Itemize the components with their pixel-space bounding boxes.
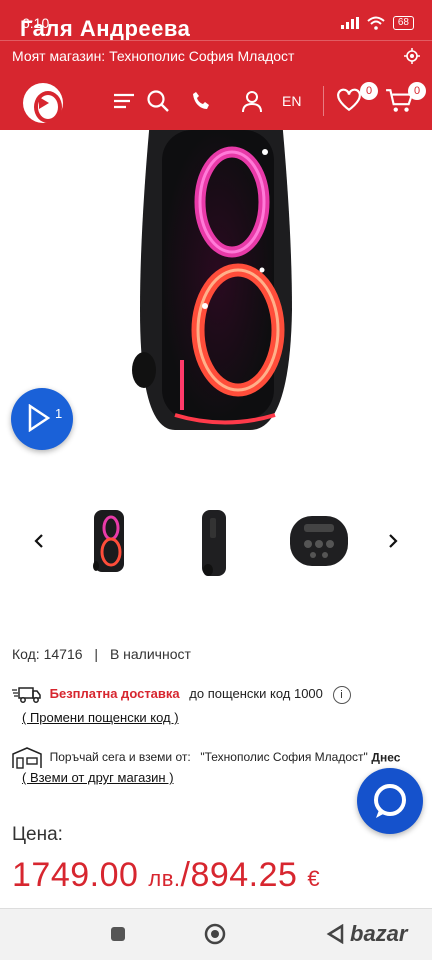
wifi-icon bbox=[367, 16, 385, 30]
change-postal-code-link[interactable]: ( Промени пощенски код ) bbox=[22, 710, 179, 725]
currency-bgn: лв. bbox=[148, 866, 181, 891]
price-separator: / bbox=[180, 856, 191, 894]
back-icon[interactable] bbox=[326, 924, 344, 944]
battery-indicator: 68 bbox=[392, 16, 414, 30]
status-bar: 6:10 Галя Андреева 68 bbox=[0, 0, 432, 41]
code-separator: | bbox=[94, 646, 99, 662]
user-name-overlay: Галя Андреева bbox=[20, 16, 191, 41]
thumbnail-top[interactable] bbox=[284, 504, 354, 580]
chevron-right-icon[interactable] bbox=[386, 534, 400, 548]
menu-icon[interactable] bbox=[112, 89, 136, 113]
delivery-row: Безплатна доставка до пощенски код 1000 … bbox=[12, 685, 351, 705]
price-label: Цена: bbox=[12, 824, 63, 845]
store-icon bbox=[12, 747, 42, 769]
delivery-postal-text: до пощенски код 1000 bbox=[189, 686, 323, 702]
thumbnail-side[interactable] bbox=[180, 504, 250, 580]
video-play-button[interactable]: 1 bbox=[11, 388, 73, 450]
heart-icon[interactable] bbox=[336, 87, 362, 113]
status-icons: 68 bbox=[340, 16, 414, 30]
price-eur: 894.25 bbox=[190, 856, 298, 894]
other-store-link[interactable]: ( Вземи от друг магазин ) bbox=[22, 770, 174, 785]
product-code: Код: 14716 bbox=[12, 646, 83, 662]
free-delivery-label: Безплатна доставка bbox=[49, 686, 180, 702]
info-icon[interactable]: i bbox=[332, 686, 351, 705]
video-count: 1 bbox=[55, 406, 63, 421]
phone-icon[interactable] bbox=[190, 89, 214, 113]
play-icon bbox=[28, 404, 51, 432]
chat-bubble-icon bbox=[374, 784, 406, 818]
android-nav-bar: bazar bbox=[0, 908, 432, 960]
search-icon[interactable] bbox=[146, 89, 170, 113]
store-label: Моят магазин: Технополис София Младост bbox=[12, 48, 295, 64]
pickup-when: Днес bbox=[371, 750, 401, 765]
product-code-row: Код: 14716 | В наличност bbox=[12, 646, 191, 662]
thumbnail-front[interactable] bbox=[74, 504, 144, 580]
thumbnail-carousel bbox=[0, 500, 432, 584]
bazar-watermark: bazar bbox=[350, 921, 408, 946]
main-navbar: EN 0 0 bbox=[0, 72, 432, 130]
delivery-truck-icon bbox=[12, 687, 41, 703]
price: 1749.00 лв./894.25 € bbox=[12, 856, 320, 895]
recent-apps-icon[interactable] bbox=[110, 926, 126, 942]
price-bgn: 1749.00 bbox=[12, 856, 139, 894]
availability-status: В наличност bbox=[109, 646, 191, 662]
wishlist-badge: 0 bbox=[360, 82, 378, 100]
technopolis-logo[interactable] bbox=[23, 83, 63, 123]
pickup-store: "Технополис София Младост" bbox=[200, 750, 368, 765]
pickup-row: Поръчай сега и вземи от: "Технополис Соф… bbox=[12, 746, 400, 770]
language-switch[interactable]: EN bbox=[282, 93, 301, 109]
nav-divider bbox=[323, 86, 324, 116]
home-icon[interactable] bbox=[204, 923, 226, 945]
chat-button[interactable] bbox=[357, 768, 423, 834]
store-bar[interactable]: Моят магазин: Технополис София Младост bbox=[0, 40, 432, 72]
pickup-text: Поръчай сега и вземи от: bbox=[49, 750, 191, 765]
user-icon[interactable] bbox=[240, 89, 264, 113]
cart-badge: 0 bbox=[408, 82, 426, 100]
signal-icon bbox=[340, 17, 359, 29]
chevron-left-icon[interactable] bbox=[32, 534, 46, 548]
currency-eur: € bbox=[307, 866, 321, 891]
location-target-icon[interactable] bbox=[404, 48, 420, 64]
